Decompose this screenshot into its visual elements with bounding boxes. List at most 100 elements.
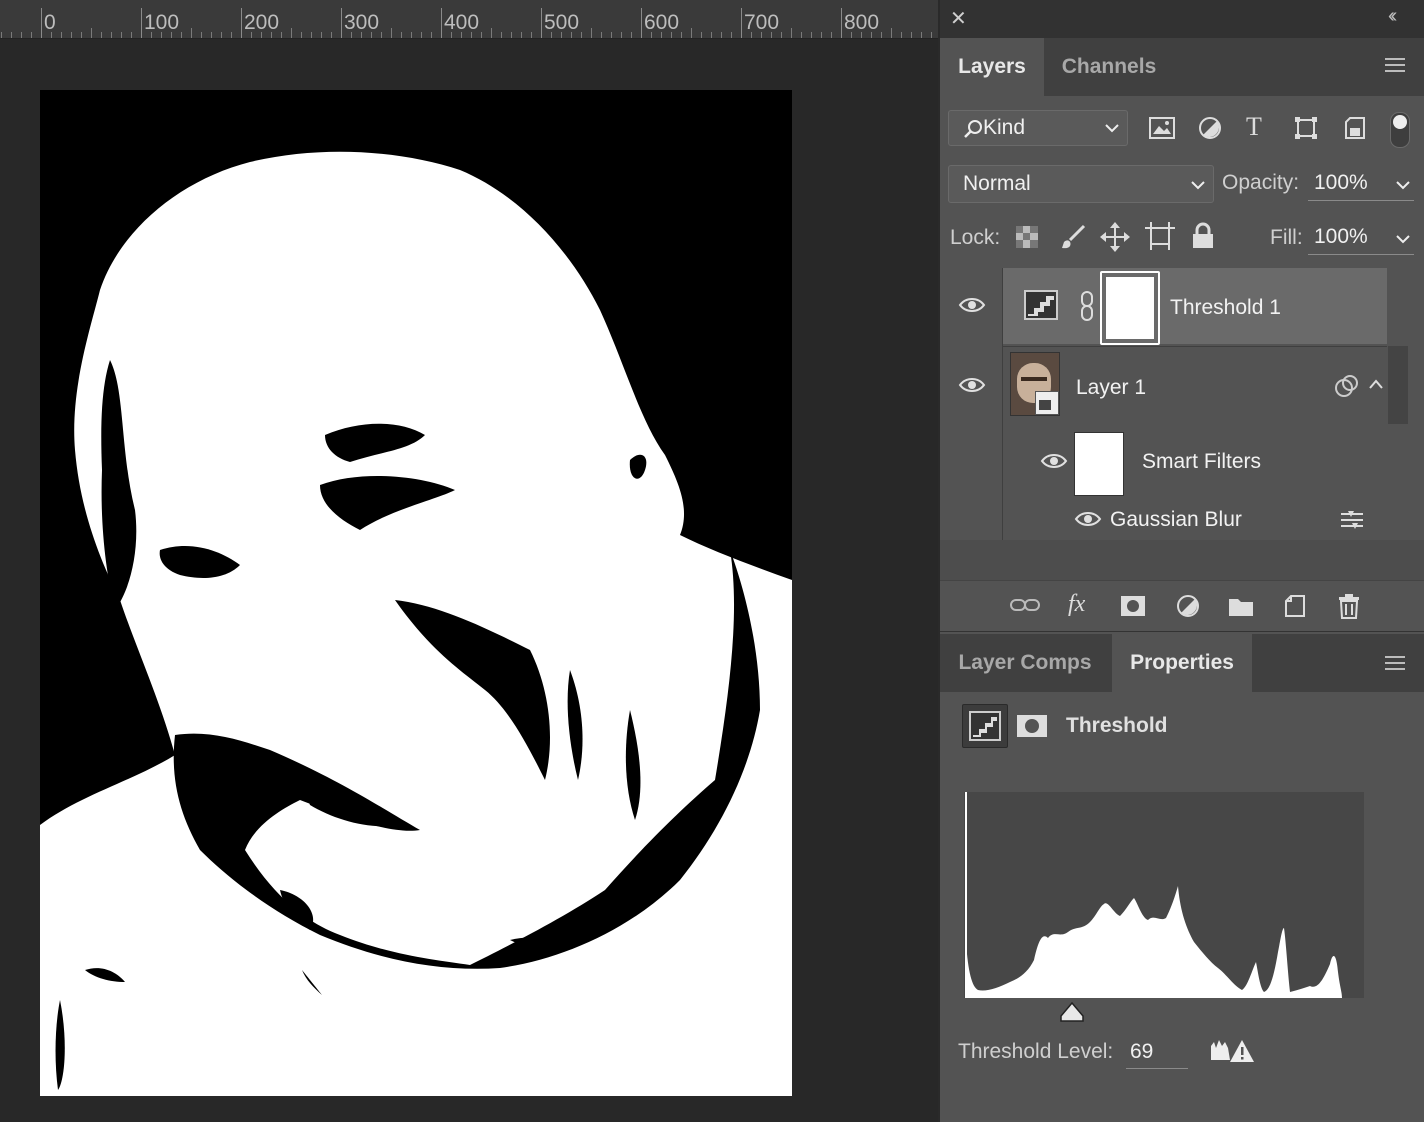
ruler-minor-tick <box>111 32 112 38</box>
filter-blending-options-icon[interactable] <box>1340 510 1364 530</box>
tab-layers[interactable]: Layers <box>940 38 1044 96</box>
layers-panel-menu-icon[interactable] <box>1385 58 1405 72</box>
properties-panel-menu-icon[interactable] <box>1385 656 1405 670</box>
lock-label: Lock: <box>950 226 1001 249</box>
filter-adjustment-layer-icon[interactable] <box>1198 116 1222 140</box>
filter-kind-label: Kind <box>983 116 1026 139</box>
ruler-minor-tick <box>261 32 262 38</box>
lock-position-icon[interactable] <box>1100 222 1130 252</box>
ruler-minor-tick <box>561 32 562 38</box>
smart-filters-label[interactable]: Smart Filters <box>1142 450 1261 474</box>
ruler-minor-tick <box>551 32 552 38</box>
properties-tab-bar: Layer Comps Properties <box>940 634 1424 692</box>
new-adjustment-layer-icon[interactable] <box>1176 594 1200 618</box>
ruler-major-tick <box>441 8 442 38</box>
tab-layer-comps[interactable]: Layer Comps <box>940 634 1110 692</box>
link-layers-icon[interactable] <box>1010 597 1040 613</box>
ruler-minor-tick <box>831 32 832 38</box>
lock-all-icon[interactable] <box>1192 222 1214 250</box>
threshold-adjustment-icon <box>969 711 1001 741</box>
ruler-major-tick <box>41 8 42 38</box>
ruler-minor-tick <box>211 32 212 38</box>
chevron-down-icon <box>1396 181 1410 190</box>
fill-input[interactable]: 100% <box>1308 222 1414 255</box>
add-layer-style-button[interactable]: fx <box>1068 591 1085 618</box>
ruler-minor-tick <box>511 32 512 38</box>
link-chain-icon[interactable] <box>1078 290 1096 322</box>
ruler-minor-tick <box>691 28 692 38</box>
smart-filter-mask-thumbnail[interactable] <box>1074 432 1124 496</box>
collapse-panel-button[interactable]: ‹‹ <box>1388 5 1398 28</box>
ruler-minor-tick <box>881 32 882 38</box>
eye-icon[interactable] <box>958 376 986 394</box>
ruler-minor-tick <box>581 32 582 38</box>
properties-title: Threshold <box>1066 714 1168 737</box>
ruler-major-tick <box>641 8 642 38</box>
ruler-minor-tick <box>661 32 662 38</box>
ruler-minor-tick <box>121 32 122 38</box>
ruler-minor-tick <box>411 32 412 38</box>
new-layer-icon[interactable] <box>1284 594 1306 618</box>
chevron-down-icon <box>1191 181 1205 190</box>
ruler-minor-tick <box>331 32 332 38</box>
ruler-minor-tick <box>221 32 222 38</box>
horizontal-ruler[interactable]: 0 100 200 300 400 500 600 700 800 <box>0 0 938 39</box>
add-mask-icon[interactable] <box>1120 595 1146 617</box>
filter-kind-dropdown[interactable]: Kind <box>948 110 1128 146</box>
ruler-major-tick <box>741 8 742 38</box>
ruler-minor-tick <box>711 32 712 38</box>
filter-pixel-layer-icon[interactable] <box>1148 116 1176 140</box>
ruler-minor-tick <box>901 32 902 38</box>
new-group-folder-icon[interactable] <box>1228 595 1254 617</box>
ruler-minor-tick <box>781 32 782 38</box>
filter-shape-layer-icon[interactable] <box>1294 116 1318 140</box>
mask-properties-icon[interactable] <box>1016 714 1048 738</box>
document-canvas[interactable] <box>40 90 792 1096</box>
layer-1-thumbnail[interactable] <box>1010 352 1060 416</box>
layers-bottom-toolbar: fx <box>940 580 1424 632</box>
filter-type-layer-icon[interactable]: T <box>1246 112 1262 142</box>
layer-name-layer-1[interactable]: Layer 1 <box>1076 376 1146 400</box>
layer-name-threshold-1[interactable]: Threshold 1 <box>1170 296 1281 320</box>
close-panel-button[interactable]: ✕ <box>950 6 967 31</box>
threshold-portrait-image <box>40 90 792 1096</box>
threshold-level-input[interactable]: 69 <box>1126 1038 1188 1069</box>
ruler-minor-tick <box>701 32 702 38</box>
tab-channels[interactable]: Channels <box>1046 38 1172 96</box>
eye-icon[interactable] <box>1040 452 1068 470</box>
adjustment-settings-button[interactable] <box>962 704 1008 748</box>
ruler-minor-tick <box>431 32 432 38</box>
blend-mode-dropdown[interactable]: Normal <box>948 165 1214 203</box>
threshold-slider-handle[interactable] <box>1060 1002 1084 1022</box>
ruler-minor-tick <box>361 32 362 38</box>
lock-image-pixels-icon[interactable] <box>1060 224 1086 250</box>
ruler-minor-tick <box>131 32 132 38</box>
filter-toggle-switch[interactable] <box>1390 112 1410 148</box>
ruler-minor-tick <box>611 32 612 38</box>
filter-smart-object-icon[interactable] <box>1344 116 1366 140</box>
ruler-minor-tick <box>421 32 422 38</box>
eye-icon[interactable] <box>1074 510 1102 528</box>
ruler-minor-tick <box>461 32 462 38</box>
ruler-minor-tick <box>731 32 732 38</box>
blend-opacity-row: Normal Opacity: 100% <box>940 162 1424 214</box>
eye-icon[interactable] <box>958 296 986 314</box>
smart-filters-icon[interactable] <box>1334 374 1360 398</box>
filter-gaussian-blur[interactable]: Gaussian Blur <box>1110 508 1242 532</box>
layer-filter-row: Kind T <box>940 96 1424 162</box>
lock-transparent-pixels-icon[interactable] <box>1016 226 1038 248</box>
ruler-minor-tick <box>811 32 812 38</box>
ruler-minor-tick <box>521 32 522 38</box>
layer-mask-thumbnail[interactable] <box>1100 271 1160 345</box>
delete-layer-trash-icon[interactable] <box>1338 593 1360 619</box>
histogram-warning-icon[interactable] <box>1210 1038 1254 1064</box>
opacity-input[interactable]: 100% <box>1308 168 1414 201</box>
tab-properties[interactable]: Properties <box>1112 634 1252 692</box>
layers-scrollbar[interactable] <box>1388 346 1408 424</box>
chevron-up-icon[interactable] <box>1368 378 1384 390</box>
ruler-minor-tick <box>201 32 202 38</box>
lock-artboard-icon[interactable] <box>1145 222 1175 250</box>
ruler-minor-tick <box>291 28 292 38</box>
ruler-minor-tick <box>401 32 402 38</box>
threshold-level-value: 69 <box>1130 1040 1154 1063</box>
